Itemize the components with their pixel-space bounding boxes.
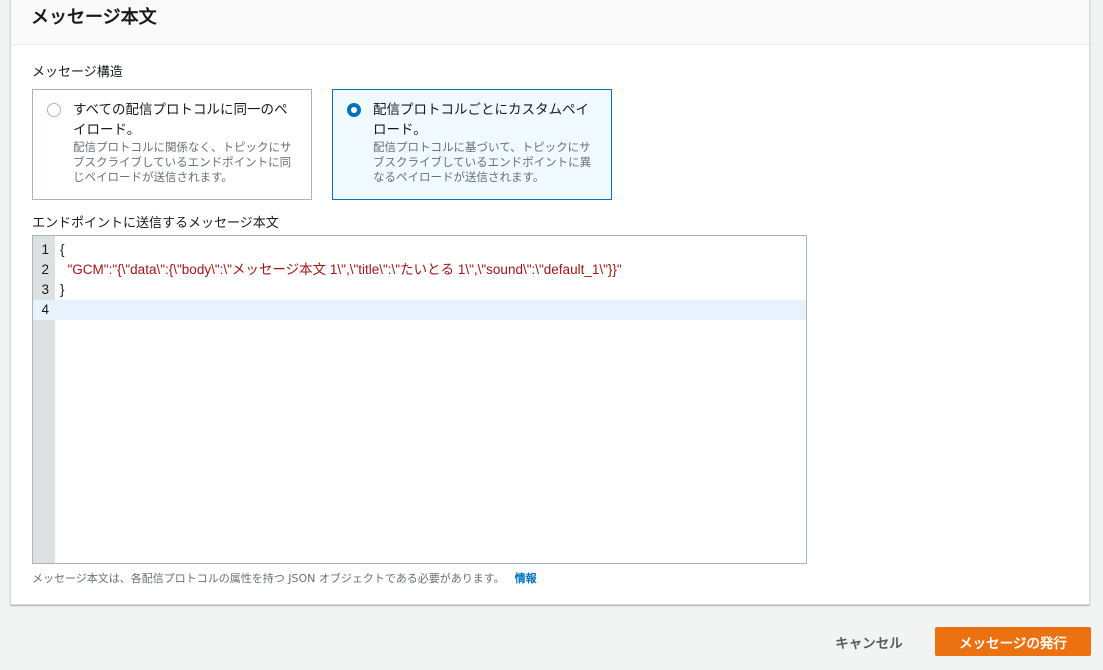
code-line: 1 { bbox=[33, 240, 806, 260]
editor-hint: メッセージ本文は、各配信プロトコルの属性を持つ JSON オブジェクトである必要… bbox=[32, 570, 537, 586]
message-body-editor[interactable]: 1 { 2 "GCM":"{\"data\":{\"body\":\"メッセージ… bbox=[32, 235, 807, 564]
code-text: } bbox=[60, 282, 65, 297]
code-line: 2 "GCM":"{\"data\":{\"body\":\"メッセージ本文 1… bbox=[33, 260, 806, 280]
info-link[interactable]: 情報 bbox=[515, 572, 537, 585]
cancel-button[interactable]: キャンセル bbox=[820, 627, 918, 656]
line-number: 1 bbox=[41, 242, 49, 257]
option-title: すべての配信プロトコルに同一のペイロード。 bbox=[73, 102, 288, 138]
radio-same-payload[interactable] bbox=[47, 103, 61, 117]
line-number: 2 bbox=[41, 262, 49, 277]
panel-title: メッセージ本文 bbox=[31, 7, 157, 28]
option-title: 配信プロトコルごとにカスタムペイロード。 bbox=[373, 102, 589, 138]
line-number: 3 bbox=[41, 282, 49, 297]
message-body-panel: メッセージ本文 メッセージ構造 すべての配信プロトコルに同一のペイロード。 配信… bbox=[10, 0, 1090, 605]
code-line: 3 } bbox=[33, 280, 806, 300]
option-description: 配信プロトコルに基づいて、トピックにサブスクライブしているエンドポイントに異なる… bbox=[373, 140, 592, 184]
radio-custom-payload[interactable] bbox=[347, 103, 361, 117]
code-line-active: 4 bbox=[33, 300, 806, 320]
publish-message-button[interactable]: メッセージの発行 bbox=[935, 627, 1091, 656]
code-text: { bbox=[60, 242, 65, 257]
hint-text: メッセージ本文は、各配信プロトコルの属性を持つ JSON オブジェクトである必要… bbox=[32, 572, 505, 585]
code-text: "GCM":"{\"data\":{\"body\":\"メッセージ本文 1\"… bbox=[60, 262, 622, 277]
option-description: 配信プロトコルに関係なく、トピックにサブスクライブしているエンドポイントに同じペ… bbox=[73, 140, 292, 184]
panel-header: メッセージ本文 bbox=[11, 0, 1089, 45]
structure-label: メッセージ構造 bbox=[32, 65, 123, 80]
editor-label: エンドポイントに送信するメッセージ本文 bbox=[32, 216, 279, 231]
option-same-payload[interactable]: すべての配信プロトコルに同一のペイロード。 配信プロトコルに関係なく、トピックに… bbox=[32, 89, 312, 200]
line-number: 4 bbox=[41, 302, 49, 317]
option-custom-payload[interactable]: 配信プロトコルごとにカスタムペイロード。 配信プロトコルに基づいて、トピックにサ… bbox=[332, 89, 612, 200]
